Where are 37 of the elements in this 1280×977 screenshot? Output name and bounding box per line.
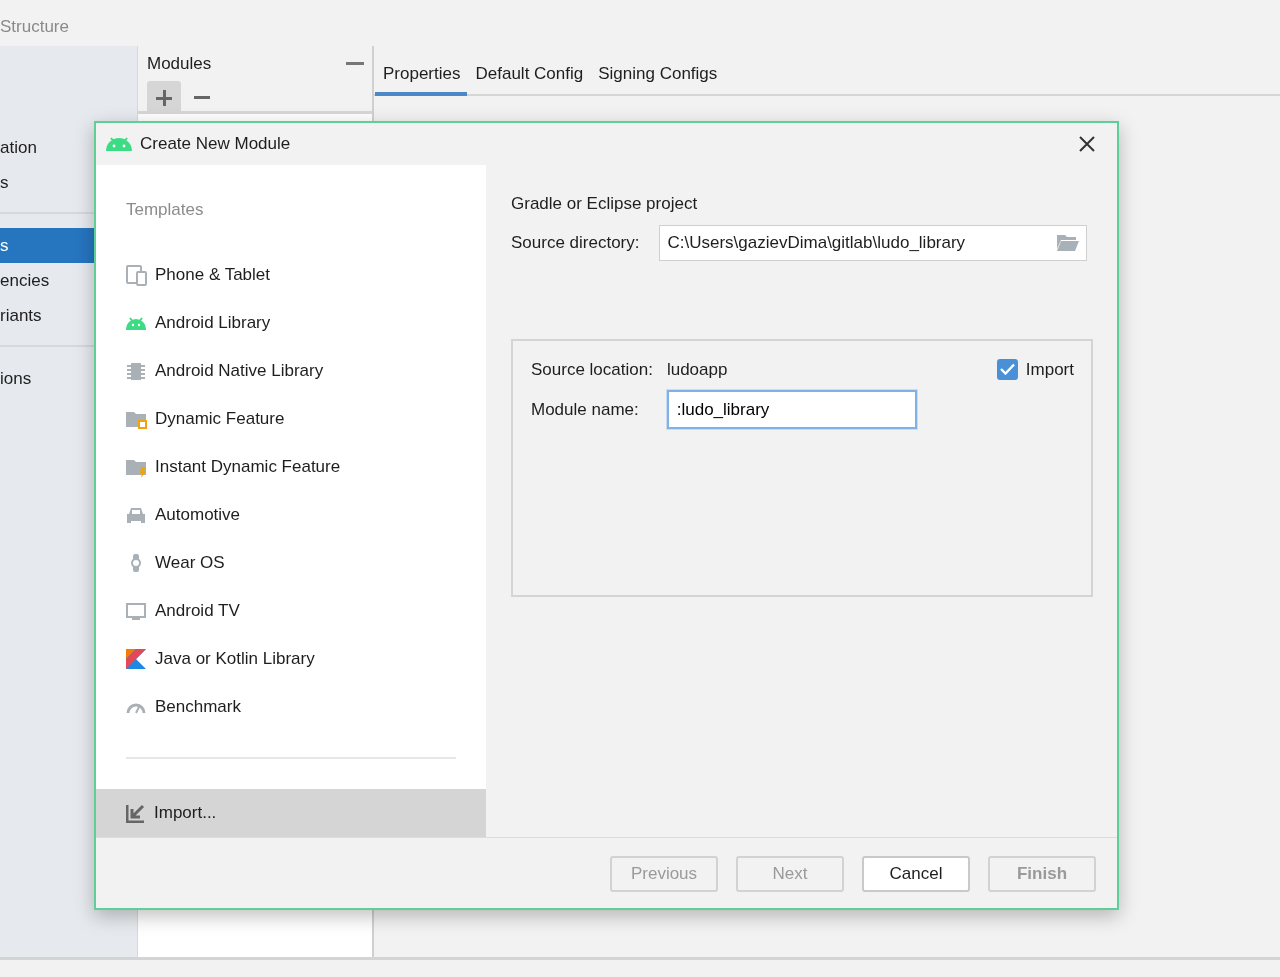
section-title: Gradle or Eclipse project bbox=[511, 193, 699, 215]
tab[interactable]: Signing Configs bbox=[590, 46, 725, 96]
phone-tablet-icon bbox=[126, 264, 147, 286]
template-item[interactable]: Wear OS bbox=[96, 539, 486, 587]
field-value: ludoapp bbox=[666, 358, 728, 381]
minimize-icon[interactable] bbox=[346, 62, 364, 66]
import-icon bbox=[126, 803, 146, 823]
android-icon bbox=[106, 137, 132, 151]
panel-title: Modules bbox=[147, 53, 212, 75]
field-label: Source directory: bbox=[511, 231, 640, 254]
template-item[interactable]: Android TV bbox=[96, 587, 486, 635]
plus-icon bbox=[155, 88, 173, 107]
template-item[interactable]: Android Library bbox=[96, 299, 486, 347]
kotlin-icon bbox=[126, 648, 147, 670]
field-label: Module name: bbox=[531, 398, 639, 421]
template-item[interactable]: Java or Kotlin Library bbox=[96, 635, 486, 683]
dialog-title: Create New Module bbox=[140, 133, 291, 156]
tab[interactable]: Default Config bbox=[467, 46, 591, 96]
minus-icon bbox=[194, 96, 210, 99]
chip-icon bbox=[126, 360, 147, 382]
source-directory-field[interactable]: C:\Users\gazievDima\gitlab\ludo_library bbox=[658, 224, 1087, 261]
template-item[interactable]: Dynamic Feature bbox=[96, 395, 486, 443]
import-item[interactable]: Import... bbox=[96, 789, 486, 837]
module-name-field[interactable]: :ludo_library bbox=[666, 390, 917, 429]
template-item[interactable]: Benchmark bbox=[96, 683, 486, 731]
import-checkbox[interactable] bbox=[996, 358, 1018, 380]
monitor-icon bbox=[126, 600, 147, 622]
close-icon[interactable] bbox=[1079, 136, 1095, 152]
checkbox-label: Import bbox=[1025, 358, 1074, 381]
dialog-button[interactable]: Cancel bbox=[862, 856, 970, 892]
section-heading: Templates bbox=[126, 200, 204, 219]
window-title: Structure bbox=[0, 16, 70, 38]
tab[interactable]: Properties bbox=[375, 46, 468, 96]
template-item[interactable]: Instant Dynamic Feature bbox=[96, 443, 486, 491]
field-label: Source location: bbox=[531, 358, 653, 381]
template-item[interactable]: Automotive bbox=[96, 491, 486, 539]
template-item[interactable]: Android Native Library bbox=[96, 347, 486, 395]
